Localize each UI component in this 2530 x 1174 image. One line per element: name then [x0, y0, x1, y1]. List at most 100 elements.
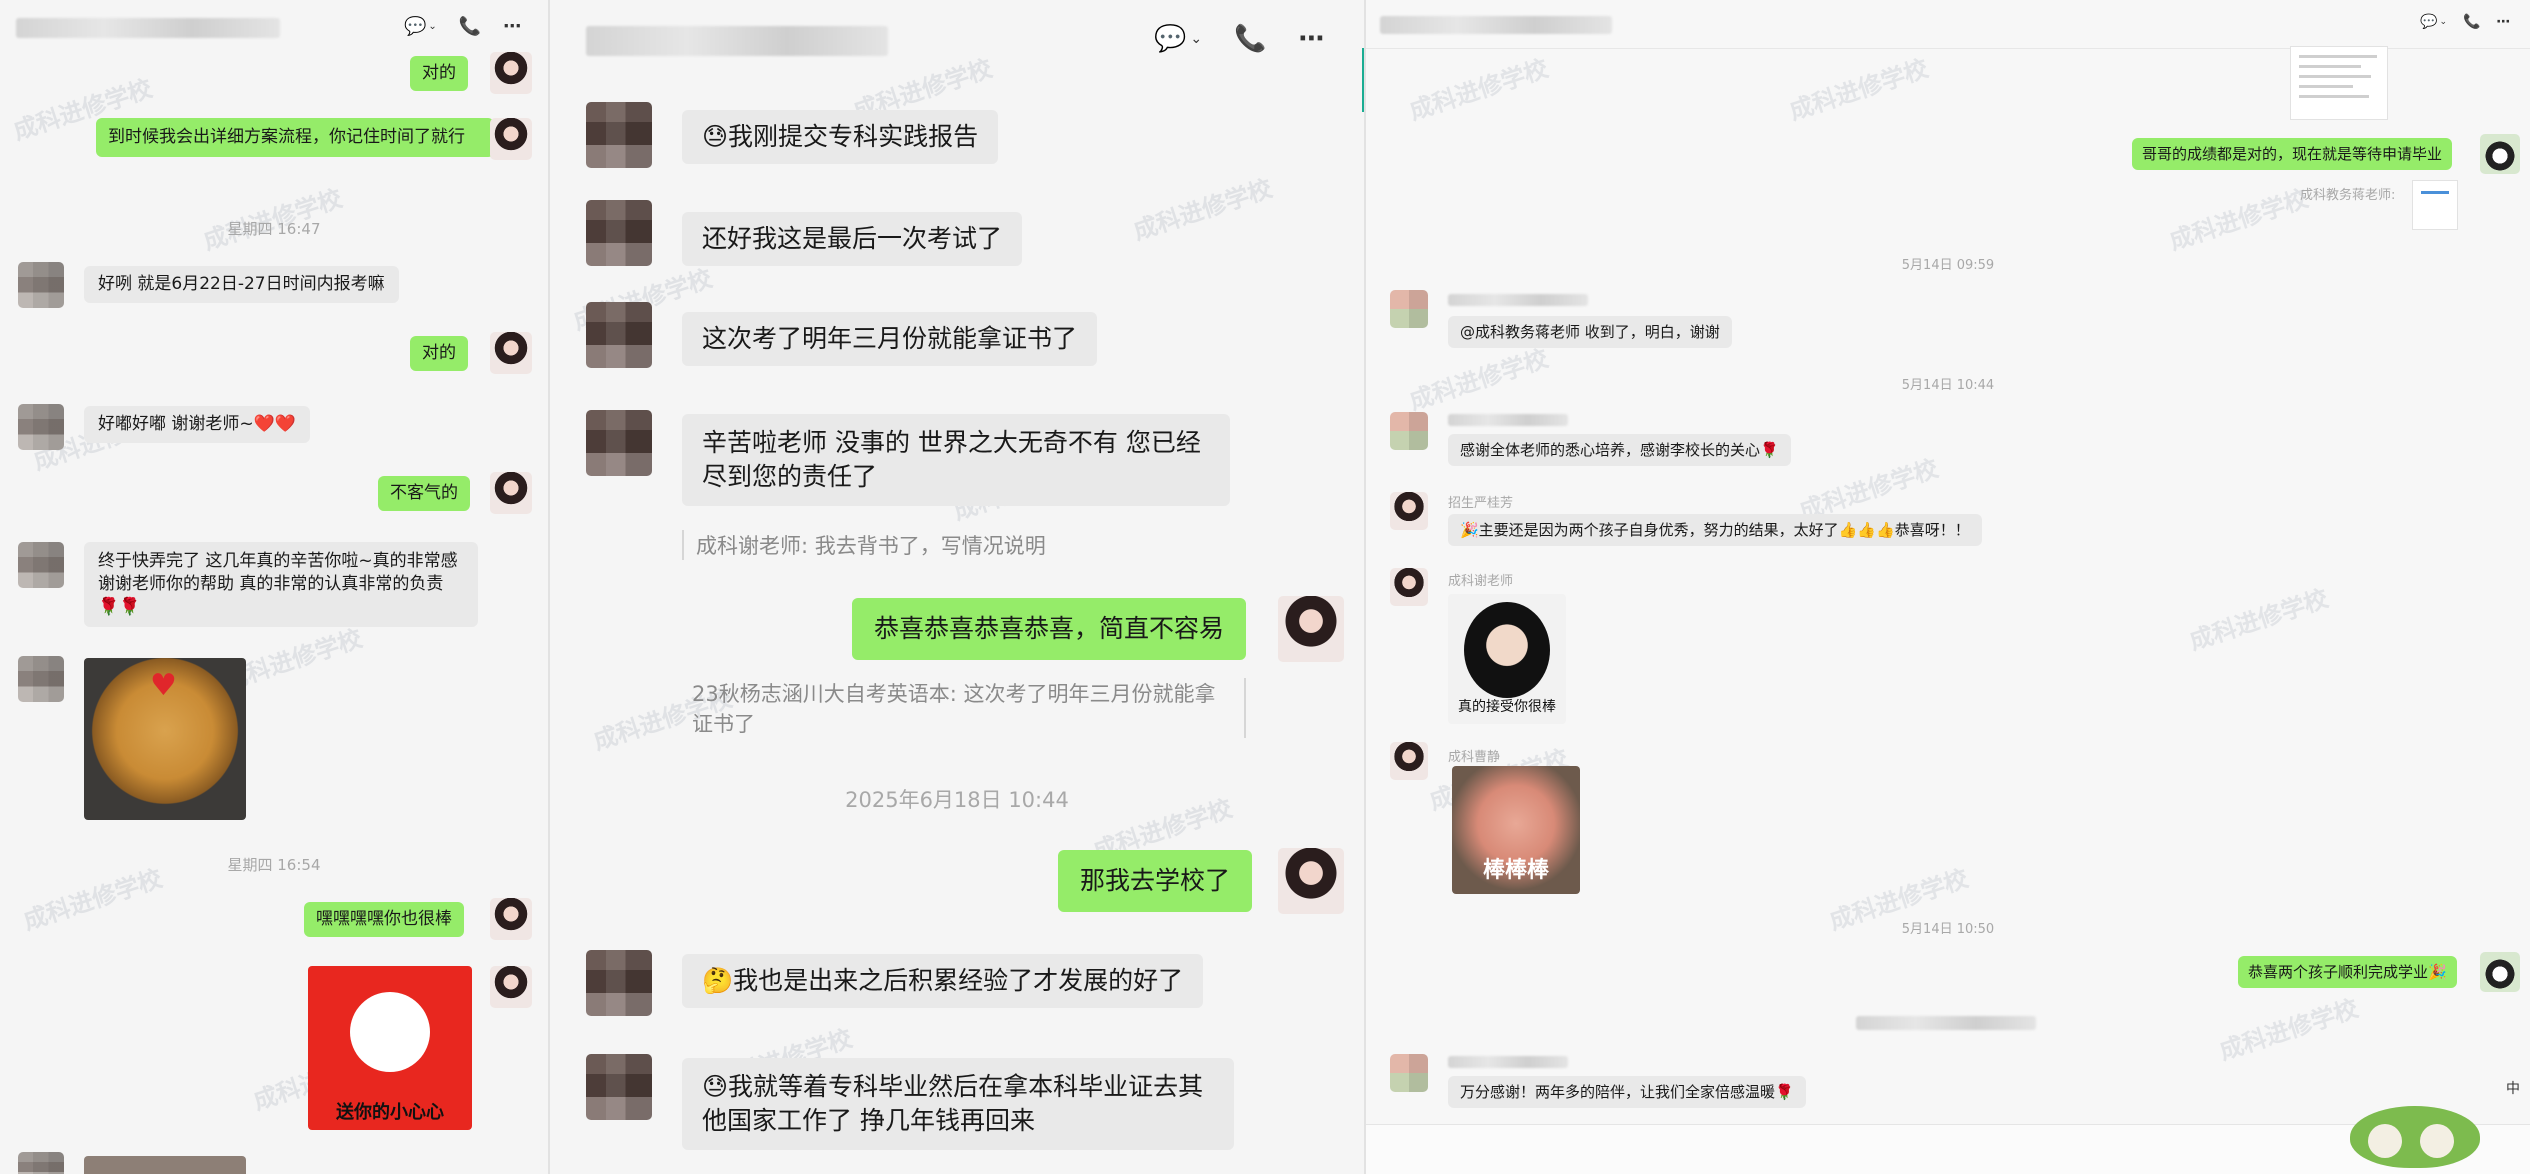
avatar-self[interactable] [490, 118, 532, 160]
chat-bubble-icon[interactable]: 💬 [404, 16, 426, 37]
message-bubble-in[interactable]: 🎉主要还是因为两个孩子自身优秀，努力的结果，太好了👍👍👍恭喜呀！！ [1448, 514, 1982, 547]
sender-name: 招生严桂芳 [1448, 496, 1514, 511]
quoted-message[interactable]: 成科谢老师: 我去背书了，写情况说明 [682, 530, 1046, 560]
timestamp: 5月14日 09:59 [1901, 258, 1995, 273]
sender-name-blurred [1448, 1056, 1568, 1068]
message-bubble-out[interactable]: 恭喜两个孩子顺利完成学业🎉 [2238, 956, 2457, 989]
avatar-self[interactable] [490, 332, 532, 374]
avatar-contact[interactable] [18, 542, 64, 588]
quoted-message[interactable]: 23秋杨志涵川大自考英语本: 这次考了明年三月份就能拿证书了 [692, 678, 1246, 738]
chat-bubble-icon[interactable]: 💬 [2420, 14, 2437, 30]
avatar-contact[interactable] [18, 404, 64, 450]
message-bubble-in[interactable]: 终于快弄完了 这几年真的辛苦你啦~真的非常感谢谢老师你的帮助 真的非常的认真非常… [84, 542, 478, 627]
chart-thumbnail[interactable] [2412, 180, 2458, 230]
message-bubble-in[interactable]: 🤔我也是出来之后积累经验了才发展的好了 [682, 954, 1204, 1008]
avatar-self[interactable] [1278, 848, 1344, 914]
avatar-contact[interactable] [586, 1054, 652, 1120]
more-icon[interactable]: ⋯ [503, 16, 521, 37]
quoted-sender: 成科教务蒋老师: [2300, 188, 2396, 203]
message-bubble-in[interactable]: 好咧 就是6月22日-27日时间内报考嘛 [84, 266, 399, 303]
message-bubble-in[interactable]: 感谢全体老师的悉心培养，感谢李校长的关心🌹 [1448, 434, 1791, 467]
message-bubble-in[interactable]: 好嘟好嘟 谢谢老师~❤️❤️ [84, 406, 310, 443]
heart-icon: ♥ [150, 668, 177, 703]
message-bubble-in[interactable]: 还好我这是最后一次考试了 [682, 212, 1023, 266]
watermark: 成科进修学校 [1129, 174, 1276, 246]
avatar-self[interactable] [490, 472, 532, 514]
phone-icon[interactable]: 📞 [459, 16, 481, 37]
sender-name-blurred [1448, 414, 1568, 426]
avatar-contact[interactable] [1390, 492, 1428, 530]
sticker-caption: 真的接受你很棒 [1458, 699, 1556, 715]
panda-sticker-image[interactable]: 真的接受你很棒 [1448, 594, 1566, 724]
avatar-contact[interactable] [1390, 568, 1428, 606]
avatar-contact[interactable] [1390, 742, 1428, 780]
timestamp: 星期四 16:54 [227, 856, 321, 874]
heart-sticker-image[interactable]: 送你的小心心 [308, 966, 472, 1130]
more-icon[interactable]: ⋯ [2496, 14, 2510, 30]
message-bubble-out[interactable]: 对的 [410, 56, 468, 91]
avatar-self[interactable] [490, 52, 532, 94]
avatar-self[interactable] [2480, 134, 2520, 174]
message-bubble-in[interactable]: @成科教务蒋老师 收到了，明白，谢谢 [1448, 316, 1732, 349]
sender-name: 成科谢老师 [1448, 574, 1514, 589]
message-bubble-out[interactable]: 哥哥的成绩都是对的，现在就是等待申请毕业 [2132, 138, 2453, 171]
avatar-self[interactable] [490, 966, 532, 1008]
avatar-contact[interactable] [1390, 290, 1428, 328]
message-bubble-out[interactable]: 恭喜恭喜恭喜恭喜，简直不容易 [852, 598, 1247, 660]
timestamp: 2025年6月18日 10:44 [845, 788, 1069, 812]
watermark: 成科进修学校 [1405, 54, 1552, 126]
avatar-contact[interactable] [586, 200, 652, 266]
image-message[interactable] [84, 1156, 246, 1174]
chat-bubble-icon[interactable]: 💬 [1154, 24, 1186, 54]
message-bubble-in[interactable]: 万分感谢！两年多的陪伴，让我们全家倍感温暖🌹 [1448, 1076, 1806, 1109]
avatar-self[interactable] [490, 898, 532, 940]
watermark: 成科进修学校 [1785, 54, 1932, 126]
avatar-contact[interactable] [1390, 1054, 1428, 1092]
phone-icon[interactable]: 📞 [2463, 14, 2480, 30]
more-icon[interactable]: ⋯ [1298, 24, 1324, 54]
left-chat-panel: 💬 ⌄ 📞 ⋯ 成科进修学校 成科进修学校 成科进修学校 成科进修学校 成科进修… [0, 0, 550, 1174]
cat-sticker-image[interactable]: 棒棒棒 [1452, 766, 1580, 894]
message-bubble-out[interactable]: 对的 [410, 336, 468, 371]
sender-name-blurred [1448, 294, 1588, 306]
avatar-contact[interactable] [18, 1152, 64, 1174]
message-bubble-in[interactable]: 这次考了明年三月份就能拿证书了 [682, 312, 1098, 366]
phone-icon[interactable]: 📞 [1234, 24, 1266, 54]
watermark: 成科进修学校 [2215, 994, 2362, 1066]
timestamp: 星期四 16:47 [227, 220, 321, 238]
document-thumbnail[interactable] [2290, 46, 2388, 120]
right-chat-header: 💬 ⌄ 📞 ⋯ [1366, 0, 2530, 49]
teddy-bear-image[interactable]: ♥ [84, 658, 246, 820]
watermark: 成科进修学校 [2165, 184, 2312, 256]
ime-indicator[interactable]: 中 [2506, 1078, 2520, 1098]
message-bubble-out[interactable]: 那我去学校了 [1058, 850, 1253, 912]
chevron-down-icon[interactable]: ⌄ [1190, 31, 1202, 47]
middle-chat-panel: 💬 ⌄ 📞 ⋯ 成科进修学校 成科进修学校 成科进修学校 成科进修学校 成科进修… [550, 0, 1366, 1174]
avatar-self[interactable] [2480, 952, 2520, 992]
avatar-contact[interactable] [586, 302, 652, 368]
watermark: 成科进修学校 [2185, 584, 2332, 656]
timestamp: 5月14日 10:44 [1901, 378, 1995, 393]
message-bubble-in[interactable]: 辛苦啦老师 没事的 世界之大无奇不有 您已经尽到您的责任了 [682, 414, 1230, 506]
chevron-down-icon[interactable]: ⌄ [2439, 17, 2447, 27]
avatar-contact[interactable] [586, 102, 652, 168]
avatar-contact[interactable] [586, 410, 652, 476]
sticker-caption: 送你的小心心 [336, 1102, 444, 1123]
smiley-face-icon [350, 992, 430, 1072]
scroll-indicator[interactable] [1362, 48, 1364, 112]
message-bubble-in[interactable]: 😓我就等着专科毕业然后在拿本科毕业证去其他国家工作了 挣几年钱再回来 [682, 1058, 1234, 1150]
system-notice-blurred [1856, 1016, 2036, 1030]
message-bubble-in[interactable]: 😓我刚提交专科实践报告 [682, 110, 999, 164]
right-chat-title-blurred [1380, 16, 1612, 34]
message-bubble-out[interactable]: 到时候我会出详细方案流程，你记住时间了就行 [96, 118, 494, 157]
chevron-down-icon[interactable]: ⌄ [428, 21, 436, 32]
avatar-contact[interactable] [1390, 412, 1428, 450]
avatar-contact[interactable] [18, 262, 64, 308]
avatar-contact[interactable] [18, 656, 64, 702]
avatar-self[interactable] [1278, 596, 1344, 662]
pea-pod-sticker [2350, 1106, 2480, 1168]
avatar-contact[interactable] [586, 950, 652, 1016]
message-bubble-out[interactable]: 不客气的 [378, 476, 470, 511]
right-chat-panel: 💬 ⌄ 📞 ⋯ 成科进修学校 成科进修学校 成科进修学校 成科进修学校 成科进修… [1366, 0, 2530, 1174]
message-bubble-out[interactable]: 嘿嘿嘿嘿你也很棒 [304, 902, 464, 937]
